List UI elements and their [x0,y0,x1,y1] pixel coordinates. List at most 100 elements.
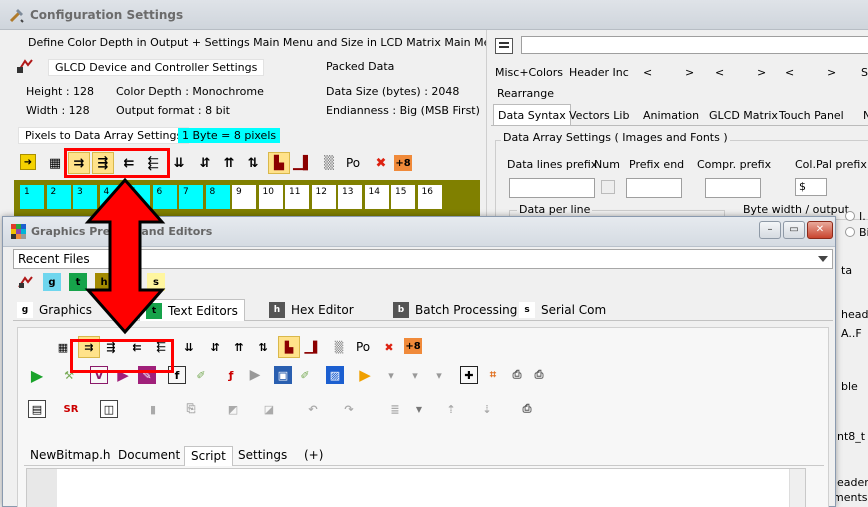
image-icon[interactable]: ▣ [274,366,292,384]
printer-small-icon[interactable]: ⎙ [518,400,536,418]
tab-graphics[interactable]: g Graphics [17,299,92,321]
shift-up-icon[interactable]: ⇈ [230,338,248,356]
menu-item-3[interactable]: > [685,66,694,79]
save-icon[interactable] [495,38,513,54]
rearrange-label[interactable]: Rearrange [497,87,554,100]
crop-icon[interactable]: ⌗ [484,366,502,384]
shift-up-double-icon[interactable]: ⇅ [242,152,264,174]
matrix-cell-8[interactable]: 8 [205,185,230,209]
close-button[interactable]: ✕ [807,221,833,239]
sr-icon[interactable]: SR [62,400,80,418]
disabled-icon-4[interactable]: ◪ [260,400,278,418]
col-pal-prefix-input[interactable]: $ [795,178,827,196]
comment-icon-2[interactable]: ▾ [406,366,424,384]
right-tab-4[interactable]: Touch Panel [779,109,844,122]
device-settings-button[interactable]: GLCD Device and Controller Settings [48,59,265,76]
shift-down-double-icon[interactable]: ⇵ [194,152,216,174]
pixels-to-array-button[interactable]: Pixels to Data Array Settings [18,127,190,144]
brush-icon[interactable]: ✐ [296,366,314,384]
right-tab-2[interactable]: Animation [643,109,699,122]
tab-batch-processing[interactable]: b Batch Processing [393,299,517,321]
minimize-button[interactable]: – [759,221,781,239]
chevron-down-icon[interactable] [818,256,828,262]
run-icon[interactable]: ▶ [28,366,46,385]
comment-icon-1[interactable]: ▾ [382,366,400,384]
cross-icon[interactable]: ✖ [370,152,392,174]
menu-item-8[interactable]: S [861,66,868,79]
plus8-button[interactable]: +8 [404,338,422,354]
right-tab-5[interactable]: N [863,109,868,122]
matrix-cell-14[interactable]: 14 [364,185,389,209]
arrow-right-icon[interactable]: ➜ [20,154,36,170]
device-small-icon[interactable] [17,273,35,291]
subtab-document[interactable]: Document [112,446,186,466]
top-search-input[interactable] [521,36,868,54]
disabled-icon-2[interactable]: ⎘ [182,400,200,418]
maximize-button[interactable]: ▭ [783,221,805,239]
shift-down-icon[interactable]: ⇊ [180,338,198,356]
right-tab-1[interactable]: Vectors Lib [569,109,629,122]
menu-item-6[interactable]: < [785,66,794,79]
format-icon[interactable]: ≣ [386,400,404,418]
photo-icon[interactable]: ▨ [326,366,344,384]
subtab-newbitmap[interactable]: NewBitmap.h [24,446,117,466]
matrix-cell-1[interactable]: 1 [20,185,44,209]
disabled-icon-3[interactable]: ◩ [224,400,242,418]
prefix-end-input[interactable] [626,178,682,198]
matrix-cell-10[interactable]: 10 [258,185,283,209]
shift-up-double-icon[interactable]: ⇅ [254,338,272,356]
menu-item-4[interactable]: < [715,66,724,79]
menu-item-2[interactable]: < [643,66,652,79]
matrix-cell-7[interactable]: 7 [179,185,203,209]
data-lines-prefix-input[interactable] [509,178,595,198]
printer-icon[interactable]: ⎙ [508,366,526,384]
menu-item-1[interactable]: Header Inc [569,66,629,79]
undo-icon[interactable]: ↶ [304,400,322,418]
print-preview-icon[interactable]: ⎙ [530,366,548,384]
bar-chart-icon[interactable]: ▙ [278,336,300,358]
redo-icon[interactable]: ↷ [340,400,358,418]
tab-hex-editor[interactable]: h Hex Editor [269,299,354,321]
save-icon[interactable]: ▤ [28,400,46,418]
script-editor[interactable] [26,468,806,507]
disabled-icon-1[interactable]: ▮ [144,400,162,418]
matrix-cell-9[interactable]: 9 [232,185,256,209]
tab-serial-com[interactable]: s Serial Com [519,299,606,321]
matrix-cell-16[interactable]: 16 [417,185,442,209]
shift-down-double-icon[interactable]: ⇵ [206,338,224,356]
right-tab-0[interactable]: Data Syntax [493,104,571,126]
shift-up-icon[interactable]: ⇈ [218,152,240,174]
vertical-scrollbar[interactable] [789,469,805,507]
matrix-cell-13[interactable]: 13 [338,185,362,209]
chevron-down-icon[interactable]: ▼ [410,400,428,418]
matrix-cell-12[interactable]: 12 [311,185,336,209]
menu-item-0[interactable]: Misc+Colors [495,66,563,79]
menu-item-7[interactable]: > [827,66,836,79]
menu-item-5[interactable]: > [757,66,766,79]
grid-icon[interactable]: ▦ [44,152,66,174]
subtab-add[interactable]: (+) [298,446,329,466]
bar-small-icon[interactable]: ▁▌ [304,338,322,356]
sort-up-icon[interactable]: ⇡ [442,400,460,418]
matrix-cell-11[interactable]: 11 [285,185,309,209]
play-gray-icon[interactable]: ▶ [246,366,264,384]
font-icon[interactable]: ƒ [222,366,240,384]
radio-bi[interactable] [845,227,855,237]
po-label[interactable]: Po [356,340,370,354]
pen-icon[interactable]: ✐ [192,366,210,384]
dither-icon[interactable]: ▒ [330,338,348,356]
right-tab-3[interactable]: GLCD Matrix [709,109,778,122]
matrix-cell-15[interactable]: 15 [391,185,415,209]
quick-badge-g[interactable]: g [43,273,61,291]
bar-small-icon[interactable]: ▁▌ [292,152,314,174]
cross-icon[interactable]: ✖ [380,338,398,356]
panel-icon[interactable]: ◫ [100,400,118,418]
plus8-button[interactable]: +8 [394,155,412,171]
comment-icon-3[interactable]: ▾ [430,366,448,384]
matrix-cell-2[interactable]: 2 [46,185,71,209]
po-label[interactable]: Po [346,156,360,170]
radio-i[interactable] [845,211,855,221]
subtab-settings[interactable]: Settings [232,446,293,466]
dither-icon[interactable]: ▒ [318,152,340,174]
play-orange-icon[interactable]: ▶ [356,366,374,384]
